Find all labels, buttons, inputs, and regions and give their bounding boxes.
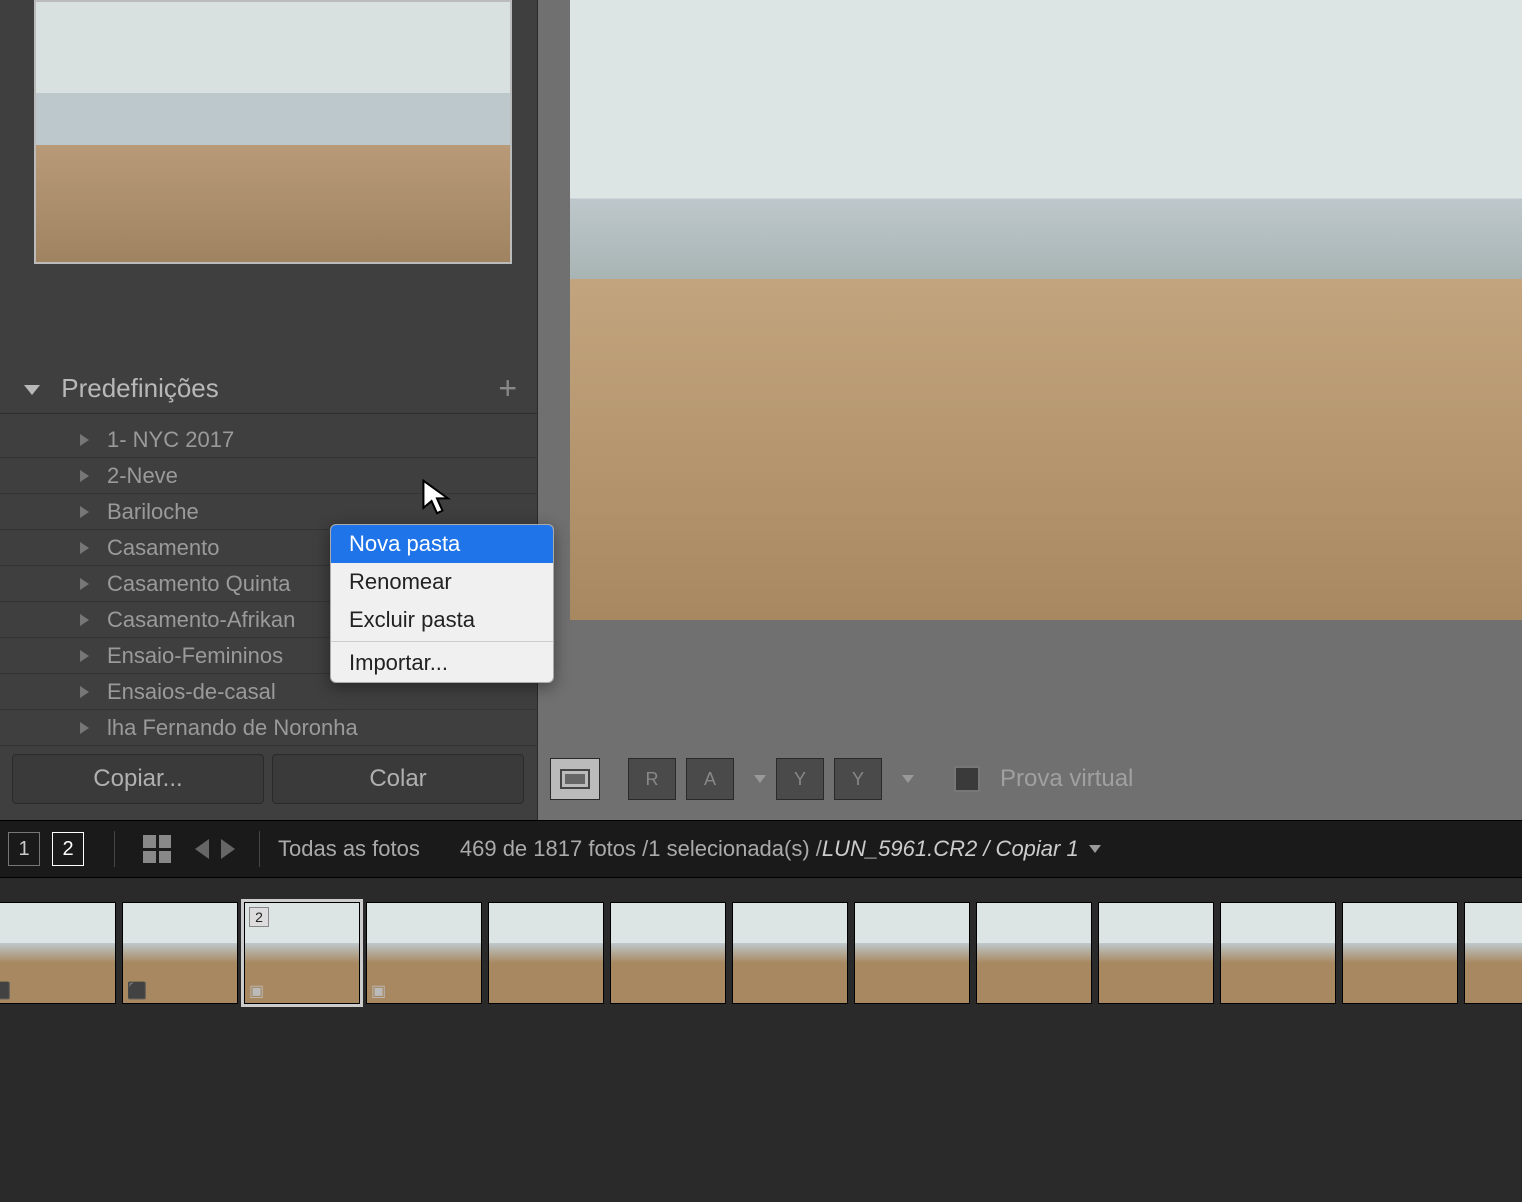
status-bar: 1 2 Todas as fotos 469 de 1817 fotos /1 …: [0, 820, 1522, 878]
menu-import[interactable]: Importar...: [331, 644, 553, 682]
chevron-right-icon: [80, 686, 89, 698]
left-panel: Predefinições + 1- NYC 2017 2-Neve Baril…: [0, 0, 538, 820]
dropdown-icon[interactable]: [902, 775, 914, 783]
soft-proof-checkbox[interactable]: [954, 766, 980, 792]
filmstrip-thumb-selected[interactable]: 2 ▣: [244, 902, 360, 1004]
preset-label: Casamento-Afrikan: [107, 607, 295, 633]
compare-a-button[interactable]: A: [686, 758, 734, 800]
filmstrip-thumb[interactable]: [1342, 902, 1458, 1004]
preset-label: Casamento: [107, 535, 220, 561]
chevron-right-icon: [80, 722, 89, 734]
preset-label: Casamento Quinta: [107, 571, 290, 597]
dropdown-icon[interactable]: [754, 775, 766, 783]
chevron-right-icon: [80, 650, 89, 662]
breadcrumb[interactable]: Todas as fotos: [278, 836, 420, 862]
preset-folder[interactable]: 2-Neve: [0, 458, 537, 494]
crop-badge-icon: ▣: [371, 981, 386, 1001]
loupe-icon: [559, 768, 591, 790]
collapse-triangle-icon: [24, 385, 40, 395]
secondary-display-2[interactable]: 2: [52, 832, 84, 866]
menu-item-label: Importar...: [349, 650, 448, 675]
y1-label: Y: [794, 769, 806, 790]
preset-label: Ensaio-Femininos: [107, 643, 283, 669]
paste-label: Colar: [369, 765, 426, 793]
chevron-right-icon: [80, 614, 89, 626]
chevron-right-icon: [80, 542, 89, 554]
preset-folder[interactable]: lha Fernando de Noronha: [0, 710, 537, 746]
separator: [114, 831, 115, 867]
nav-back-icon[interactable]: [195, 839, 209, 859]
y2-label: Y: [852, 769, 864, 790]
filmstrip-thumb[interactable]: [1220, 902, 1336, 1004]
copy-button[interactable]: Copiar...: [12, 754, 264, 804]
filmstrip-thumb[interactable]: [732, 902, 848, 1004]
chevron-right-icon: [80, 434, 89, 446]
menu-new-folder[interactable]: Nova pasta: [331, 525, 553, 563]
before-y-button[interactable]: Y: [776, 758, 824, 800]
menu-rename[interactable]: Renomear: [331, 563, 553, 601]
badge-icon: ⬛: [127, 981, 147, 1001]
presets-header[interactable]: Predefinições +: [0, 364, 537, 414]
filmstrip-thumb[interactable]: [1098, 902, 1214, 1004]
badge-icon: ⬛: [0, 981, 11, 1001]
loupe-view-button[interactable]: [550, 758, 600, 800]
view-toolbar: R A Y Y Prova virtual: [550, 754, 1133, 804]
paste-button[interactable]: Colar: [272, 754, 524, 804]
view2-label: 2: [62, 838, 73, 861]
menu-item-label: Nova pasta: [349, 531, 460, 556]
photo-count-text: 469 de 1817 fotos /1 selecionada(s) /: [460, 836, 822, 862]
filmstrip-thumb[interactable]: ⬛: [0, 902, 116, 1004]
filmstrip-thumb[interactable]: [976, 902, 1092, 1004]
filmstrip-thumb[interactable]: [488, 902, 604, 1004]
filmstrip-thumb[interactable]: ⬛: [122, 902, 238, 1004]
soft-proof-label: Prova virtual: [1000, 765, 1133, 793]
cursor-icon: [420, 478, 454, 516]
separator: [259, 831, 260, 867]
preset-label: Bariloche: [107, 499, 199, 525]
menu-separator: [331, 641, 553, 642]
filmstrip[interactable]: ⬛ ⬛ 2 ▣ ▣: [0, 878, 1522, 1202]
after-y-button[interactable]: Y: [834, 758, 882, 800]
filmstrip-thumb[interactable]: [1464, 902, 1522, 1004]
chevron-right-icon: [80, 506, 89, 518]
filmstrip-thumb[interactable]: ▣: [366, 902, 482, 1004]
filmstrip-thumb[interactable]: [610, 902, 726, 1004]
a-label: A: [704, 769, 716, 790]
main-image-preview[interactable]: [570, 0, 1522, 620]
preset-label: lha Fernando de Noronha: [107, 715, 358, 741]
view1-label: 1: [18, 838, 29, 861]
context-menu: Nova pasta Renomear Excluir pasta Import…: [330, 524, 554, 683]
current-filename: LUN_5961.CR2 / Copiar 1: [822, 836, 1079, 862]
copy-paste-bar: Copiar... Colar: [12, 754, 524, 804]
copy-count-badge: 2: [249, 907, 269, 927]
nav-forward-icon[interactable]: [221, 839, 235, 859]
r-label: R: [646, 769, 659, 790]
compare-r-button[interactable]: R: [628, 758, 676, 800]
preset-folder[interactable]: 1- NYC 2017: [0, 422, 537, 458]
chevron-right-icon: [80, 578, 89, 590]
menu-item-label: Excluir pasta: [349, 607, 475, 632]
filename-dropdown-icon[interactable]: [1089, 845, 1101, 853]
chevron-right-icon: [80, 470, 89, 482]
preset-label: 1- NYC 2017: [107, 427, 234, 453]
add-preset-icon[interactable]: +: [498, 370, 517, 407]
preset-label: 2-Neve: [107, 463, 178, 489]
navigator-thumbnail[interactable]: [34, 0, 512, 264]
grid-view-icon[interactable]: [143, 835, 171, 863]
presets-title: Predefinições: [61, 373, 219, 403]
secondary-display-1[interactable]: 1: [8, 832, 40, 866]
crop-badge-icon: ▣: [249, 981, 264, 1001]
menu-item-label: Renomear: [349, 569, 452, 594]
preset-label: Ensaios-de-casal: [107, 679, 276, 705]
copy-label: Copiar...: [93, 765, 182, 793]
filmstrip-thumb[interactable]: [854, 902, 970, 1004]
menu-delete-folder[interactable]: Excluir pasta: [331, 601, 553, 639]
